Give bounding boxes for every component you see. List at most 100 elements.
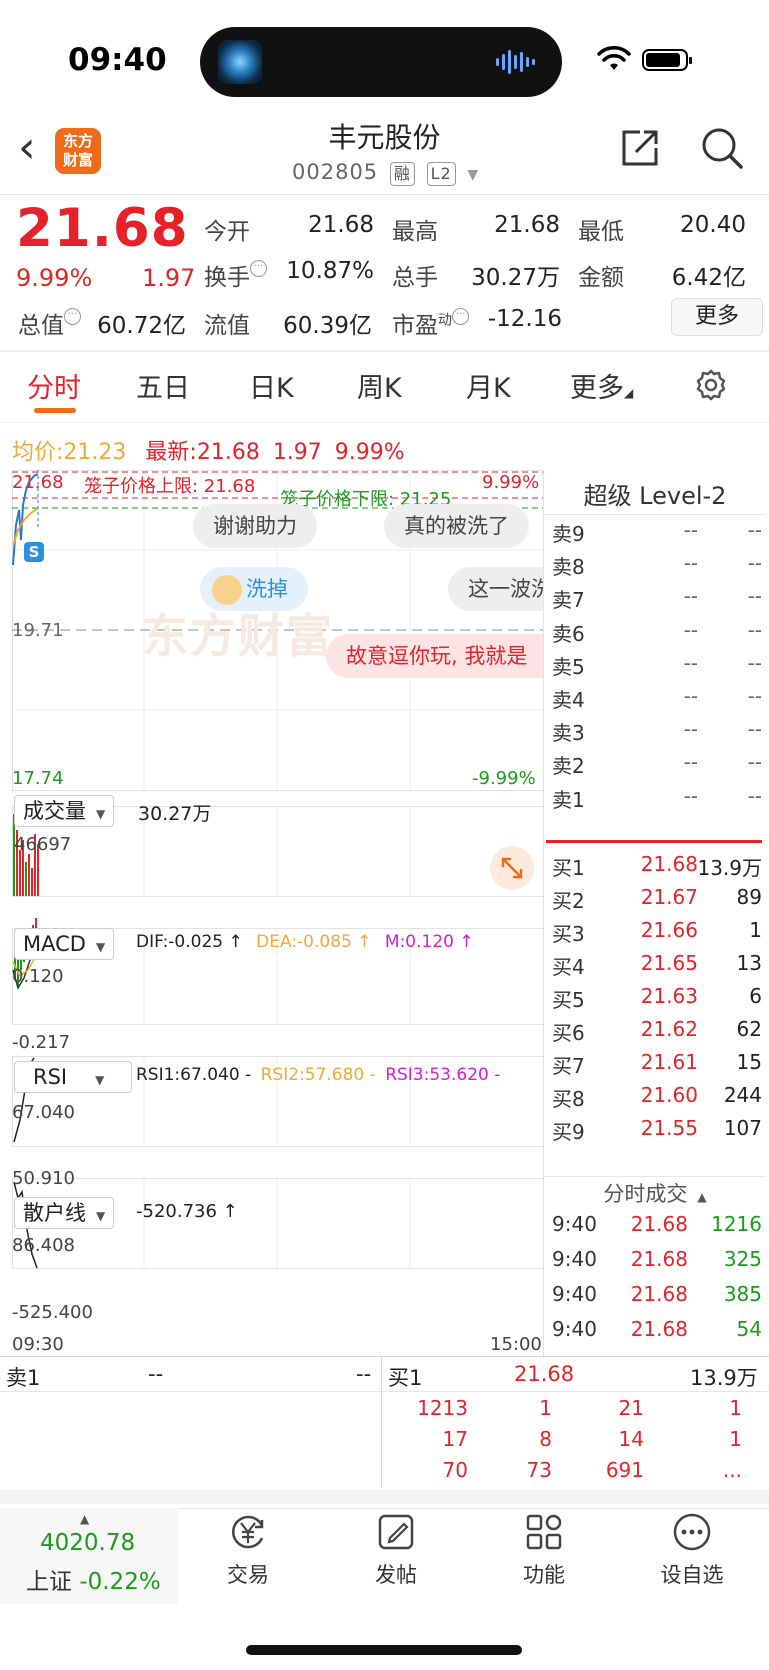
volume-label: 总手 <box>392 265 438 291</box>
ask-row: 卖8 -- -- <box>552 551 762 584</box>
bid-price: 21.68 <box>640 852 698 876</box>
trade-row: 9:40 21.68 325 <box>552 1247 762 1282</box>
index-value: 4020.78 <box>40 1530 136 1556</box>
active-tab-underline <box>34 408 76 413</box>
queue-sell-price: -- <box>148 1362 164 1386</box>
trade-volume: 325 <box>723 1247 762 1271</box>
nav-post[interactable]: 发帖 <box>346 1510 446 1589</box>
trade-time: 9:40 <box>552 1212 597 1236</box>
search-icon[interactable] <box>700 126 744 170</box>
ask-label: 卖7 <box>552 588 585 613</box>
trade-time: 9:40 <box>552 1317 597 1341</box>
volume-indicator-select[interactable]: 成交量 ▼ <box>14 795 115 827</box>
nav-add-watchlist[interactable]: 设自选 <box>642 1510 742 1589</box>
nav-add-watchlist-label: 设自选 <box>660 1563 724 1587</box>
turnover-label: 换手 ··· <box>204 258 267 292</box>
bid-price: 21.66 <box>640 918 698 942</box>
mktcap-label: 总值 ··· <box>18 306 81 340</box>
trade-volume: 385 <box>723 1282 762 1306</box>
macd-axis-min: -0.217 <box>12 1032 71 1053</box>
danmu-bubble[interactable]: 洗掉 <box>200 567 308 611</box>
caret-up-icon: ▲ <box>80 1512 90 1526</box>
info-icon[interactable]: ··· <box>250 260 267 277</box>
ask-label: 卖8 <box>552 555 585 580</box>
ask-volume: -- <box>747 584 762 609</box>
bid-book: 买1 21.68 13.9万 买2 21.67 89 买3 21.66 1 买4 21.65 13 买5… <box>552 852 762 1149</box>
expand-icon[interactable] <box>490 846 534 890</box>
tab-more[interactable]: 更多◢ <box>570 366 633 405</box>
bid-row: 买5 21.63 6 <box>552 984 762 1017</box>
tab-daily[interactable]: 日K <box>249 366 294 405</box>
caret-down-icon[interactable]: ▼ <box>467 167 479 183</box>
s-badge[interactable]: S <box>24 542 44 562</box>
time-axis-start: 09:30 <box>12 1334 64 1355</box>
trade-price: 21.68 <box>630 1317 688 1341</box>
queue-sell-label: 卖1 <box>6 1366 41 1390</box>
bid-label: 买3 <box>552 922 585 946</box>
bid-label: 买6 <box>552 1021 585 1045</box>
ask-volume: -- <box>747 750 762 775</box>
queue-row: 70 73 691... <box>382 1458 766 1489</box>
info-icon[interactable]: ··· <box>452 308 469 325</box>
ask-volume: -- <box>747 683 762 708</box>
trade-row: 9:40 21.68 54 <box>552 1317 762 1352</box>
tab-weekly[interactable]: 周K <box>357 366 402 405</box>
amount-label: 金额 <box>578 265 624 291</box>
index-ticker[interactable]: ▲ 4020.78 上证 -0.22% <box>0 1508 178 1604</box>
ask-row: 卖3 -- -- <box>552 717 762 750</box>
nav-functions[interactable]: 功能 <box>494 1510 594 1589</box>
pe-value: -12.16 <box>487 306 562 332</box>
bid-row: 买1 21.68 13.9万 <box>552 852 762 885</box>
amount-value: 6.42亿 <box>671 265 746 291</box>
macd-indicator-select[interactable]: MACD ▼ <box>14 928 115 960</box>
grid-apps-icon <box>526 1514 562 1550</box>
tab-monthly[interactable]: 月K <box>466 366 511 405</box>
settings-gear-icon[interactable] <box>694 368 728 402</box>
float-label: 流值 <box>204 313 250 339</box>
bid-price: 21.55 <box>640 1116 698 1140</box>
ask-row: 卖9 -- -- <box>552 518 762 551</box>
open-label: 今开 <box>204 219 250 245</box>
queue-cell: 17 <box>442 1427 468 1451</box>
turnover-value: 10.87% <box>286 258 374 284</box>
info-icon[interactable]: ··· <box>64 308 81 325</box>
audio-wave-icon <box>496 49 540 75</box>
danmu-bubble[interactable]: 真的被洗了 <box>384 504 529 548</box>
ask-row: 卖4 -- -- <box>552 684 762 717</box>
retail-axis-min: -525.400 <box>12 1302 93 1323</box>
retail-indicator-select[interactable]: 散户线 ▼ <box>14 1197 115 1229</box>
ask-label: 卖6 <box>552 621 585 646</box>
rsi-axis-min: 50.910 <box>12 1168 75 1189</box>
high-value: 21.68 <box>494 212 560 238</box>
bid-label: 买1 <box>552 856 585 880</box>
ask-price: -- <box>683 650 698 675</box>
danmu-bubble[interactable]: 这一波洗 <box>448 567 544 611</box>
danmu-bubble[interactable]: 故意逗你玩, 我就是 <box>326 634 544 678</box>
rsi-indicator-select[interactable]: RSI ▼ <box>14 1061 132 1093</box>
stock-code-row: 002805 融 L2 ▼ <box>292 160 479 186</box>
retail-axis-max: 86.408 <box>12 1235 75 1256</box>
nav-post-label: 发帖 <box>375 1563 417 1587</box>
macd-values: DIF:-0.025 ↑ DEA:-0.085 ↑ M:0.120 ↑ <box>136 932 474 952</box>
share-icon[interactable] <box>618 126 662 170</box>
level2-title[interactable]: 超级 Level-2 <box>544 476 766 511</box>
danmu-bubble[interactable]: 谢谢助力 <box>193 504 317 548</box>
ask-label: 卖9 <box>552 522 585 546</box>
ask-row: 卖6 -- -- <box>552 618 762 651</box>
nav-trade[interactable]: 交易 <box>198 1510 298 1589</box>
trades-title[interactable]: 分时成交 ▲ <box>544 1178 766 1208</box>
ask-price: -- <box>683 551 698 576</box>
bid-volume: 89 <box>736 885 762 909</box>
dynamic-island <box>200 27 562 97</box>
tab-intraday[interactable]: 分时 <box>27 366 81 405</box>
queue-cell: 8 <box>539 1427 552 1451</box>
bid-volume: 6 <box>749 984 762 1008</box>
bid-volume: 107 <box>723 1116 762 1140</box>
bid-label: 买9 <box>552 1120 585 1144</box>
home-indicator[interactable] <box>246 1645 522 1655</box>
trade-row: 9:40 21.68 1216 <box>552 1212 762 1247</box>
bid-label: 买7 <box>552 1054 585 1078</box>
tab-5day[interactable]: 五日 <box>136 366 190 405</box>
bid-price: 21.62 <box>640 1017 698 1041</box>
more-quote-button[interactable]: 更多 <box>671 298 763 336</box>
